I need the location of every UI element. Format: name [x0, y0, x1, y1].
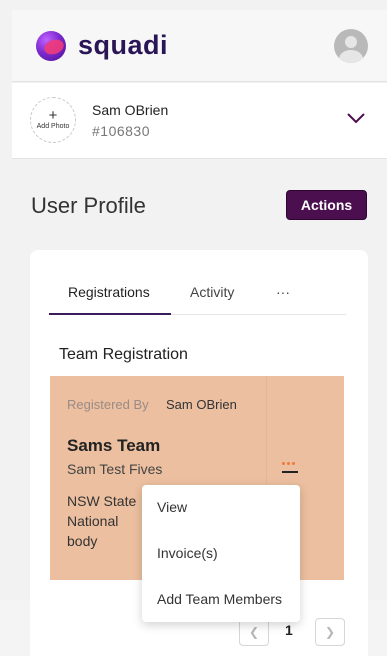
brand-name: squadi: [78, 30, 169, 60]
brand-logo[interactable]: squadi: [36, 30, 168, 61]
current-page[interactable]: 1: [285, 622, 293, 638]
competition-name: Sam Test Fives: [67, 461, 163, 477]
team-name: Sams Team: [67, 436, 161, 455]
user-id: #106830: [92, 123, 151, 139]
add-photo-label: Add Photo: [36, 123, 70, 130]
user-avatar-icon[interactable]: [334, 29, 368, 63]
user-header: + Add Photo Sam OBrien #106830: [12, 83, 387, 159]
page-title: User Profile: [31, 193, 146, 218]
chevron-right-icon[interactable]: ❯: [315, 618, 345, 646]
menu-item-invoices[interactable]: Invoice(s): [157, 545, 218, 561]
options-menu: View Invoice(s) Add Team Members: [142, 485, 300, 622]
tab-activity[interactable]: Activity: [190, 284, 234, 300]
registered-by-label: Registered By: [67, 397, 149, 412]
actions-button[interactable]: Actions: [286, 190, 367, 220]
add-photo-button[interactable]: + Add Photo: [30, 97, 76, 143]
tab-more[interactable]: ···: [276, 284, 290, 300]
chevron-left-icon[interactable]: ❮: [239, 618, 269, 646]
active-tab-indicator: [49, 313, 171, 315]
user-name: Sam OBrien: [92, 102, 169, 118]
more-options-icon[interactable]: [282, 462, 300, 478]
chevron-down-icon[interactable]: [345, 107, 367, 129]
menu-item-view[interactable]: View: [157, 499, 187, 515]
top-bar: squadi: [12, 10, 387, 82]
section-title: Team Registration: [59, 346, 188, 363]
organisation-name: NSW State National body: [67, 493, 137, 549]
tab-registrations[interactable]: Registrations: [68, 284, 150, 300]
menu-item-add-team-members[interactable]: Add Team Members: [157, 591, 282, 607]
squadi-logo-icon: [36, 30, 66, 61]
plus-icon: +: [48, 107, 58, 124]
registered-by-value: Sam OBrien: [166, 397, 237, 412]
